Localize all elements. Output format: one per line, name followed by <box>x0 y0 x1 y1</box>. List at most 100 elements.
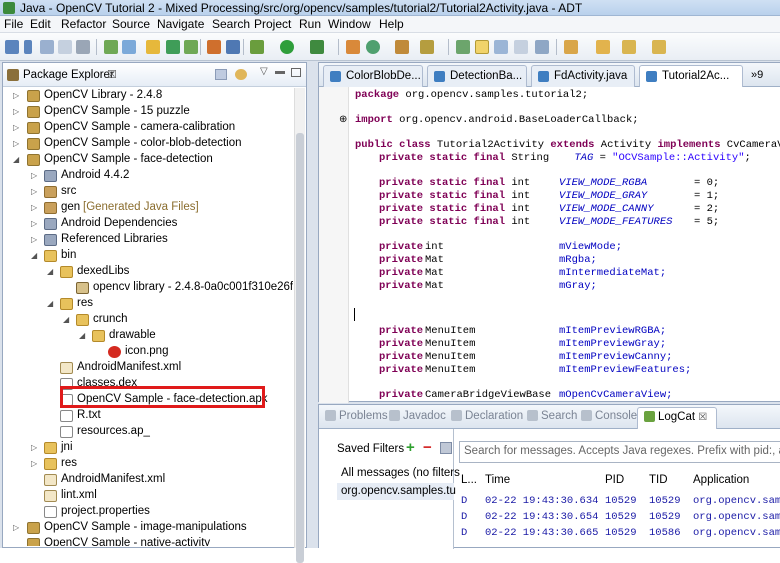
code-area[interactable]: package org.opencv.samples.tutorial2; ⊕ … <box>319 87 780 403</box>
toolbar-separator <box>96 39 97 55</box>
code-line: public class Tutorial2Activity extends A… <box>355 139 780 151</box>
menu-project[interactable]: Project <box>254 17 291 31</box>
new-test-project-icon[interactable] <box>184 40 198 54</box>
menu-source[interactable]: Source <box>112 17 150 31</box>
scrollbar-thumb[interactable] <box>296 133 304 563</box>
edit-filter-icon[interactable] <box>440 442 452 454</box>
library-icon <box>44 234 57 246</box>
project-icon <box>27 522 40 534</box>
logcat-search-input[interactable]: Search for messages. Accepts Java regexe… <box>459 441 780 463</box>
code-type: MenuItem <box>425 338 476 350</box>
search-icon[interactable] <box>420 40 434 54</box>
package-folder-icon <box>44 202 57 214</box>
maximize-icon[interactable] <box>291 68 301 77</box>
android-sdk-manager-icon[interactable] <box>104 40 118 54</box>
text-caret <box>354 308 355 321</box>
tab-search[interactable]: Search <box>527 410 577 422</box>
toggle-block-selection-icon[interactable] <box>494 40 508 54</box>
new-java-package-icon[interactable] <box>346 40 360 54</box>
tab-console[interactable]: Console <box>581 410 637 422</box>
column-level[interactable]: L... <box>461 474 477 492</box>
skip-breakpoints-icon[interactable] <box>207 40 221 54</box>
forward-icon[interactable] <box>652 40 666 54</box>
toggle-mark-occurrences-icon[interactable] <box>456 40 470 54</box>
column-time[interactable]: Time <box>485 474 510 492</box>
debug-icon[interactable] <box>250 40 264 54</box>
menu-window[interactable]: Window <box>328 17 371 31</box>
menu-help[interactable]: Help <box>379 17 404 31</box>
add-filter-icon[interactable]: + <box>406 439 415 456</box>
code-field: mOpenCvCameraView; <box>559 389 673 401</box>
project-tree: ▷ OpenCV Library - 2.4.8 ▷ OpenCV Sample -… <box>3 88 293 546</box>
previous-annotation-icon[interactable] <box>596 40 610 54</box>
toolbar-separator <box>556 39 557 55</box>
next-annotation-icon[interactable] <box>564 40 578 54</box>
save-icon[interactable] <box>40 40 54 54</box>
tab-tutorial2activity[interactable]: Tutorial2Ac... <box>639 65 743 87</box>
code-field: mRgba; <box>559 254 597 266</box>
open-type-icon[interactable] <box>395 40 409 54</box>
column-tid[interactable]: TID <box>649 474 668 492</box>
view-menu-icon[interactable]: ▽ <box>260 66 268 77</box>
column-application[interactable]: Application <box>693 474 749 492</box>
column-pid[interactable]: PID <box>605 474 624 492</box>
java-editor: ColorBlobDe... DetectionBa... FdActivity… <box>318 62 780 403</box>
tab-problems[interactable]: Problems <box>325 410 388 422</box>
minimize-icon[interactable] <box>275 71 285 74</box>
log-row[interactable]: D 02-22 19:43:30.654 10529 10529 org.ope… <box>461 511 780 527</box>
lint-icon[interactable] <box>146 40 160 54</box>
menu-run[interactable]: Run <box>299 17 321 31</box>
tab-fdactivity[interactable]: FdActivity.java <box>531 65 635 87</box>
filter-item[interactable]: All messages (no filters <box>341 467 460 479</box>
tab-logcat[interactable]: LogCat ☒ <box>637 407 717 429</box>
bottom-tab-bar: Problems Javadoc Declaration Search Cons… <box>319 405 780 429</box>
java-file-icon <box>330 71 341 82</box>
toolbar-separator <box>338 39 339 55</box>
tab-declaration[interactable]: Declaration <box>451 410 523 422</box>
toggle-highlight-icon[interactable] <box>475 40 489 54</box>
package-explorer-title[interactable]: Package Explorer <box>23 69 114 81</box>
code-field: mItemPreviewRGBA; <box>559 325 667 337</box>
new-java-class-icon[interactable] <box>366 40 380 54</box>
new-android-project-icon[interactable] <box>166 40 180 54</box>
library-icon <box>44 170 57 182</box>
log-row[interactable]: D 02-22 19:43:30.634 10529 10529 org.ope… <box>461 495 780 511</box>
tab-detectionbased[interactable]: DetectionBa... <box>427 65 527 87</box>
wand-icon[interactable] <box>226 40 240 54</box>
external-tools-icon[interactable] <box>310 40 324 54</box>
toolbar <box>0 33 780 61</box>
code-line: private static final int <box>379 190 531 202</box>
close-view-icon[interactable]: ☒ <box>107 68 117 81</box>
editor-tab-bar: ColorBlobDe... DetectionBa... FdActivity… <box>319 63 780 87</box>
run-icon[interactable] <box>280 40 294 54</box>
save-all-icon[interactable] <box>58 40 72 54</box>
menu-navigate[interactable]: Navigate <box>157 17 204 31</box>
toolbar-separator <box>448 39 449 55</box>
folder-icon <box>76 314 89 326</box>
new-dropdown-icon[interactable] <box>24 40 32 54</box>
menu-refactor[interactable]: Refactor <box>61 17 106 31</box>
new-icon[interactable] <box>5 40 19 54</box>
pin-editor-icon[interactable] <box>535 40 549 54</box>
saved-filters-label: Saved Filters <box>337 443 405 455</box>
code-keyword: private <box>379 364 424 376</box>
code-type: MenuItem <box>425 351 476 363</box>
link-with-editor-icon[interactable] <box>235 69 247 80</box>
tab-overflow[interactable]: »9 <box>751 69 763 81</box>
menu-search[interactable]: Search <box>212 17 250 31</box>
print-icon[interactable] <box>76 40 90 54</box>
code-keyword: private <box>379 267 424 279</box>
fold-plus-icon[interactable]: ⊕ <box>339 114 347 126</box>
code-keyword: private <box>379 338 424 350</box>
back-icon[interactable] <box>622 40 636 54</box>
collapse-all-icon[interactable] <box>215 69 227 80</box>
log-row[interactable]: D 02-22 19:43:30.665 10529 10586 org.ope… <box>461 527 780 543</box>
tab-javadoc[interactable]: Javadoc <box>389 410 446 422</box>
menu-file[interactable]: File <box>4 17 23 31</box>
filter-item-selected[interactable]: org.opencv.samples.tu <box>337 483 456 500</box>
tab-colorblob[interactable]: ColorBlobDe... <box>323 65 423 87</box>
show-whitespace-icon[interactable] <box>514 40 528 54</box>
remove-filter-icon[interactable]: − <box>423 439 432 456</box>
avd-manager-icon[interactable] <box>122 40 136 54</box>
menu-edit[interactable]: Edit <box>30 17 51 31</box>
